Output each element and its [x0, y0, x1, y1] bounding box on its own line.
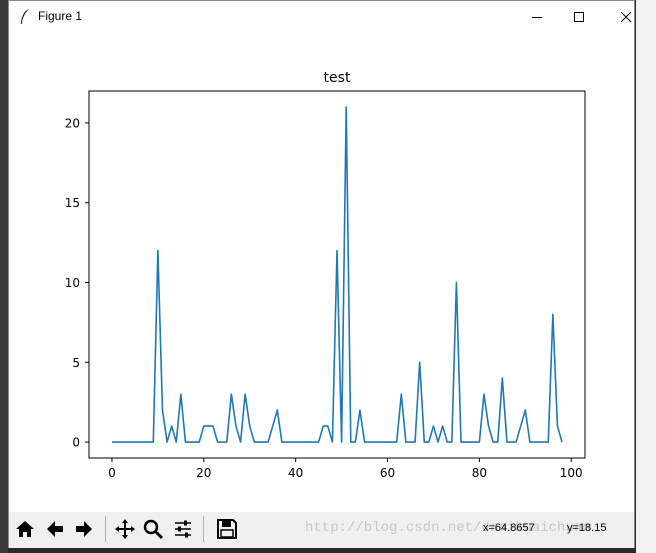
cursor-y-readout: y=18.15	[567, 522, 607, 534]
x-tick-label: 0	[108, 466, 116, 480]
pan-icon	[115, 519, 135, 539]
maximize-icon	[574, 11, 584, 22]
navigation-toolbar: http://blog.csdn.net/daaikuaichuan x=64.…	[9, 512, 634, 548]
title-bar[interactable]: Figure 1	[9, 1, 634, 32]
zoom-icon	[143, 519, 164, 540]
y-tick-label: 5	[72, 356, 80, 370]
cursor-x-readout: x=64.8657	[483, 522, 535, 534]
configure-subplots-button[interactable]	[170, 516, 196, 542]
x-tick-label: 20	[196, 466, 211, 480]
series-line	[111, 106, 563, 443]
x-tick-label: 100	[560, 466, 583, 480]
pan-button[interactable]	[112, 516, 138, 542]
home-button[interactable]	[12, 516, 38, 542]
watermark-text: http://blog.csdn.net/daaikuaichuan	[305, 520, 591, 536]
chart-title: test	[324, 70, 351, 86]
toolbar-separator	[203, 516, 204, 542]
feather-icon	[20, 9, 29, 24]
home-icon	[16, 521, 34, 537]
forward-button[interactable]	[71, 516, 97, 542]
x-tick-label: 60	[380, 466, 395, 480]
y-tick-label: 10	[65, 276, 80, 290]
figure-window: Figure 1 test 0 20 40 60 80 100 0 5 10 15 20	[8, 0, 635, 548]
minimize-icon	[532, 16, 542, 18]
y-tick-label: 15	[65, 196, 80, 210]
x-tick-label: 40	[288, 466, 303, 480]
save-icon	[217, 519, 237, 539]
back-button[interactable]	[42, 516, 68, 542]
configure-subplots-icon	[175, 520, 191, 538]
window-title: Figure 1	[38, 9, 83, 23]
zoom-button[interactable]	[140, 516, 166, 542]
minimize-button[interactable]	[514, 1, 560, 32]
line-chart: test 0 20 40 60 80 100 0 5 10 15 20	[65, 70, 586, 480]
background-window-edge	[636, 0, 656, 553]
desktop-left-edge	[0, 0, 8, 553]
back-arrow-icon	[47, 521, 63, 537]
forward-arrow-icon	[76, 521, 92, 537]
x-tick-label: 80	[472, 466, 487, 480]
close-icon	[620, 11, 632, 22]
y-tick-label: 20	[65, 116, 80, 130]
save-button[interactable]	[214, 516, 240, 542]
maximize-button[interactable]	[556, 1, 602, 32]
y-tick-label: 0	[72, 436, 80, 450]
plot-canvas[interactable]: test 0 20 40 60 80 100 0 5 10 15 20	[9, 32, 634, 512]
toolbar-separator	[105, 516, 106, 542]
